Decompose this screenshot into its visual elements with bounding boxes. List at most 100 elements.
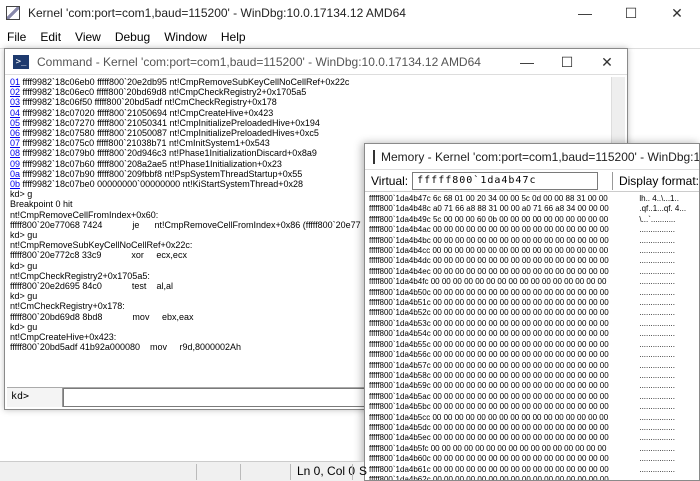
- frame-text: ffff9982`18c07020 fffff800`21050694 nt!C…: [20, 107, 274, 118]
- memory-row: fffff800`1da4b51c 00 00 00 00 00 00 00 0…: [369, 298, 699, 308]
- memory-address: fffff800`1da4b4ac: [369, 225, 431, 235]
- memory-bytes: 00 00 00 00 00 00 00 00 00 00 00 00 00 0…: [432, 422, 609, 432]
- memory-chars: ................: [639, 474, 675, 481]
- memory-bytes: 00 00 00 00 00 00 00 00 00 00 00 00 00 0…: [432, 266, 609, 276]
- stack-frame-line: 06 ffff9982`18c07580 fffff800`21050087 n…: [10, 128, 607, 138]
- memory-bytes: 00 00 00 00 00 00 00 00 00 00 00 00 00 0…: [432, 308, 609, 318]
- memory-address: fffff800`1da4b62c: [369, 474, 431, 481]
- command-maximize-button[interactable]: ☐: [547, 49, 587, 75]
- menu-window[interactable]: Window: [157, 30, 214, 44]
- memory-bytes: 00 00 00 00 00 00 00 00 00 00 00 00 00 0…: [432, 256, 609, 266]
- memory-row: fffff800`1da4b57c 00 00 00 00 00 00 00 0…: [369, 361, 699, 371]
- memory-address-bytes: fffff800`1da4b50c 00 00 00 00 00 00 00 0…: [369, 288, 639, 298]
- frame-number-link[interactable]: 09: [10, 159, 20, 169]
- memory-row: fffff800`1da4b5fc 00 00 00 00 00 00 00 0…: [369, 444, 699, 454]
- memory-row: fffff800`1da4b50c 00 00 00 00 00 00 00 0…: [369, 288, 699, 298]
- frame-number-link[interactable]: 08: [10, 148, 20, 158]
- menu-debug[interactable]: Debug: [108, 30, 157, 44]
- main-window-title: Kernel 'com:port=com1,baud=115200' - Win…: [28, 6, 406, 20]
- memory-row: fffff800`1da4b52c 00 00 00 00 00 00 00 0…: [369, 308, 699, 318]
- frame-number-link[interactable]: 06: [10, 128, 20, 138]
- memory-address-bytes: fffff800`1da4b52c 00 00 00 00 00 00 00 0…: [369, 308, 639, 318]
- memory-bytes: 00 00 00 00 00 00 00 00 00 00 00 00 00 0…: [432, 454, 609, 464]
- memory-row: fffff800`1da4b4fc 00 00 00 00 00 00 00 0…: [369, 277, 699, 287]
- memory-bytes: 5c 00 00 00 60 0b 00 00 00 00 00 00 00 0…: [432, 214, 609, 224]
- memory-address: fffff800`1da4b5ec: [369, 433, 431, 443]
- frame-text: ffff9982`18c07b90 fffff800`209fbbf8 nt!P…: [20, 168, 303, 179]
- memory-address-bytes: fffff800`1da4b4fc 00 00 00 00 00 00 00 0…: [369, 277, 639, 287]
- memory-address-bytes: fffff800`1da4b5bc 00 00 00 00 00 00 00 0…: [369, 402, 639, 412]
- frame-number-link[interactable]: 03: [10, 97, 20, 107]
- frame-text: ffff9982`18c06ec0 fffff800`20bd69d8 nt!C…: [20, 87, 307, 98]
- close-button[interactable]: ✕: [654, 0, 700, 26]
- memory-row: fffff800`1da4b54c 00 00 00 00 00 00 00 0…: [369, 329, 699, 339]
- menu-view[interactable]: View: [68, 30, 108, 44]
- status-cell-2: [240, 464, 247, 480]
- frame-text: ffff9982`18c07270 fffff800`21050341 nt!C…: [20, 117, 320, 128]
- memory-address-bytes: fffff800`1da4b57c 00 00 00 00 00 00 00 0…: [369, 361, 639, 371]
- memory-bytes: 00 00 00 00 00 00 00 00 00 00 00 00 00 0…: [432, 235, 609, 245]
- memory-row: fffff800`1da4b4ac 00 00 00 00 00 00 00 0…: [369, 225, 699, 235]
- command-close-button[interactable]: ✕: [587, 49, 627, 75]
- frame-number-link[interactable]: 0b: [10, 179, 20, 189]
- frame-number-link[interactable]: 0a: [10, 169, 20, 179]
- memory-row: fffff800`1da4b58c 00 00 00 00 00 00 00 0…: [369, 371, 699, 381]
- memory-bytes: 00 00 00 00 00 00 00 00 00 00 00 00 00 0…: [432, 433, 609, 443]
- windbg-app-icon: [6, 6, 20, 20]
- memory-chars: ................: [639, 225, 675, 235]
- status-bar: Ln 0, Col 0 S: [0, 461, 367, 481]
- memory-address: fffff800`1da4b51c: [369, 298, 431, 308]
- command-window-icon: >_: [13, 54, 29, 69]
- memory-address: fffff800`1da4b57c: [369, 360, 431, 370]
- memory-address-bytes: fffff800`1da4b4bc 00 00 00 00 00 00 00 0…: [369, 236, 639, 246]
- memory-address-bytes: fffff800`1da4b51c 00 00 00 00 00 00 00 0…: [369, 298, 639, 308]
- main-title-bar[interactable]: Kernel 'com:port=com1,baud=115200' - Win…: [0, 0, 700, 26]
- maximize-button[interactable]: ☐: [608, 0, 654, 26]
- frame-number-link[interactable]: 05: [10, 118, 20, 128]
- memory-chars: ................: [639, 443, 675, 453]
- memory-address-bytes: fffff800`1da4b58c 00 00 00 00 00 00 00 0…: [369, 371, 639, 381]
- memory-window-title-bar[interactable]: Memory - Kernel 'com:port=com1,baud=1152…: [365, 144, 699, 170]
- memory-address: fffff800`1da4b52c: [369, 308, 431, 318]
- minimize-button[interactable]: —: [562, 0, 608, 26]
- memory-chars: ................: [639, 308, 675, 318]
- memory-address: fffff800`1da4b4fc: [369, 277, 429, 287]
- memory-address-bytes: fffff800`1da4b56c 00 00 00 00 00 00 00 0…: [369, 350, 639, 360]
- frame-text: ffff9982`18c07580 fffff800`21050087 nt!C…: [20, 128, 319, 139]
- memory-row: fffff800`1da4b5bc 00 00 00 00 00 00 00 0…: [369, 402, 699, 412]
- menu-edit[interactable]: Edit: [33, 30, 68, 44]
- memory-chars: ................: [639, 370, 675, 380]
- address-input[interactable]: [412, 171, 599, 190]
- memory-address: fffff800`1da4b54c: [369, 329, 431, 339]
- memory-row: fffff800`1da4b4bc 00 00 00 00 00 00 00 0…: [369, 236, 699, 246]
- memory-chars: ................: [639, 266, 675, 276]
- memory-row: fffff800`1da4b47c 6c 68 01 00 20 34 00 0…: [369, 194, 699, 204]
- frame-number-link[interactable]: 01: [10, 77, 20, 87]
- memory-address: fffff800`1da4b58c: [369, 370, 431, 380]
- frame-text: ffff9982`18c06eb0 fffff800`20e2db95 nt!C…: [20, 77, 350, 87]
- status-cell-1: [196, 464, 203, 480]
- memory-address-bytes: fffff800`1da4b5ac 00 00 00 00 00 00 00 0…: [369, 392, 639, 402]
- memory-bytes: 00 00 00 00 00 00 00 00 00 00 00 00 00 0…: [432, 225, 609, 235]
- frame-text: ffff9982`18c075c0 fffff800`21038b71 nt!C…: [20, 138, 270, 149]
- memory-address-bytes: fffff800`1da4b5ec 00 00 00 00 00 00 00 0…: [369, 433, 639, 443]
- memory-address: fffff800`1da4b5bc: [369, 402, 431, 412]
- command-minimize-button[interactable]: —: [507, 49, 547, 75]
- frame-number-link[interactable]: 07: [10, 138, 20, 148]
- memory-row: fffff800`1da4b5dc 00 00 00 00 00 00 00 0…: [369, 423, 699, 433]
- menu-file[interactable]: File: [0, 30, 33, 44]
- frame-number-link[interactable]: 02: [10, 87, 20, 97]
- memory-chars: .qf..1...qf. 4...: [639, 204, 687, 214]
- menu-help[interactable]: Help: [214, 30, 253, 44]
- status-cell-4: S: [352, 464, 367, 480]
- memory-dump[interactable]: fffff800`1da4b47c 6c 68 01 00 20 34 00 0…: [369, 194, 699, 481]
- display-format-label[interactable]: Display format:: [619, 174, 699, 188]
- main-window-controls: — ☐ ✕: [562, 0, 700, 26]
- memory-address: fffff800`1da4b53c: [369, 318, 431, 328]
- memory-chars: ................: [639, 412, 675, 422]
- command-window-title-bar[interactable]: >_ Command - Kernel 'com:port=com1,baud=…: [5, 49, 627, 75]
- memory-address-bytes: fffff800`1da4b47c 6c 68 01 00 20 34 00 0…: [369, 194, 639, 204]
- memory-bytes: 00 00 00 00 00 00 00 00 00 00 00 00 00 0…: [432, 360, 609, 370]
- memory-bytes: 00 00 00 00 00 00 00 00 00 00 00 00 00 0…: [432, 391, 609, 401]
- frame-number-link[interactable]: 04: [10, 108, 20, 118]
